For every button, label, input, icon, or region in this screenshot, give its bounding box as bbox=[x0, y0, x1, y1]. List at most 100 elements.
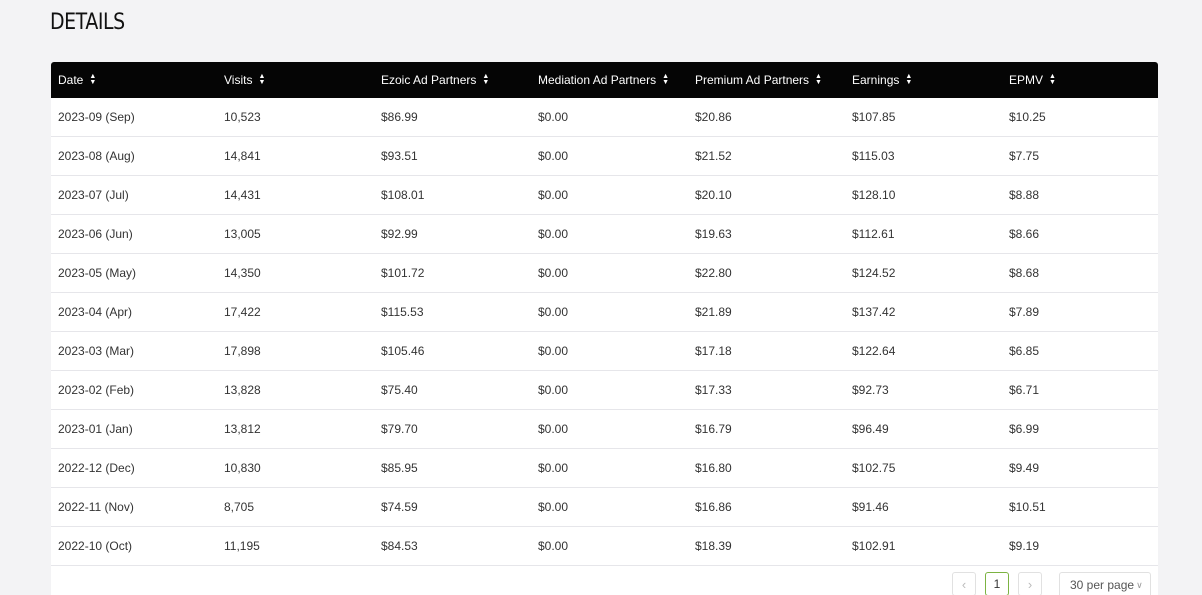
table-row: 2023-05 (May) 14,350 $101.72 $0.00 $22.80 $12… bbox=[51, 254, 1158, 293]
sort-icon[interactable]: ▲ ▼ bbox=[662, 73, 669, 86]
table-body: 2023-09 (Sep) 10,523 $86.99 $0.00 $20.86 $107… bbox=[51, 98, 1158, 566]
cell-premium-ad-partners: $16.86 bbox=[695, 500, 732, 514]
cell-earnings: $96.49 bbox=[852, 422, 889, 436]
table-row: 2022-10 (Oct) 11,195 $84.53 $0.00 $18.39 $102… bbox=[51, 527, 1158, 566]
cell-earnings: $102.75 bbox=[852, 461, 896, 475]
sort-icon[interactable]: ▲ ▼ bbox=[258, 73, 265, 86]
chevron-right-icon[interactable]: › bbox=[1018, 572, 1042, 595]
cell-mediation-ad-partners: $0.00 bbox=[538, 149, 569, 163]
cell-mediation-ad-partners: $0.00 bbox=[538, 461, 569, 475]
cell-visits: 13,005 bbox=[224, 227, 261, 241]
column-header-label: Ezoic Ad Partners bbox=[381, 73, 477, 87]
cell-visits: 13,812 bbox=[224, 422, 261, 436]
column-header-mediation-ad-partners[interactable]: Mediation Ad Partners ▲ ▼ bbox=[531, 73, 688, 87]
cell-visits: 14,350 bbox=[224, 266, 261, 280]
cell-ezoic-ad-partners: $108.01 bbox=[381, 188, 425, 202]
cell-date: 2023-04 (Apr) bbox=[58, 305, 133, 319]
cell-ezoic-ad-partners: $79.70 bbox=[381, 422, 418, 436]
details-table: Date ▲ ▼ Visits ▲ ▼ Ezoic Ad Partners ▲ ▼ M… bbox=[51, 62, 1158, 595]
cell-premium-ad-partners: $16.80 bbox=[695, 461, 732, 475]
table-row: 2023-03 (Mar) 17,898 $105.46 $0.00 $17.18 $12… bbox=[51, 332, 1158, 371]
cell-epmv: $7.75 bbox=[1009, 149, 1040, 163]
table-row: 2022-11 (Nov) 8,705 $74.59 $0.00 $16.86 $91.4… bbox=[51, 488, 1158, 527]
column-header-label: Mediation Ad Partners bbox=[538, 73, 657, 87]
cell-ezoic-ad-partners: $85.95 bbox=[381, 461, 418, 475]
column-header-earnings[interactable]: Earnings ▲ ▼ bbox=[845, 73, 1002, 87]
cell-date: 2023-07 (Jul) bbox=[58, 188, 129, 202]
cell-mediation-ad-partners: $0.00 bbox=[538, 500, 569, 514]
sort-icon[interactable]: ▲ ▼ bbox=[482, 73, 489, 86]
cell-visits: 10,830 bbox=[224, 461, 261, 475]
cell-premium-ad-partners: $16.79 bbox=[695, 422, 732, 436]
cell-mediation-ad-partners: $0.00 bbox=[538, 383, 569, 397]
cell-earnings: $122.64 bbox=[852, 344, 896, 358]
table-row: 2023-08 (Aug) 14,841 $93.51 $0.00 $21.52 $115… bbox=[51, 137, 1158, 176]
cell-epmv: $7.89 bbox=[1009, 305, 1040, 319]
column-header-label: Earnings bbox=[852, 73, 900, 87]
sort-icon[interactable]: ▲ ▼ bbox=[815, 73, 822, 86]
cell-ezoic-ad-partners: $92.99 bbox=[381, 227, 418, 241]
sort-icon[interactable]: ▲ ▼ bbox=[905, 73, 912, 86]
cell-ezoic-ad-partners: $74.59 bbox=[381, 500, 418, 514]
cell-premium-ad-partners: $17.33 bbox=[695, 383, 732, 397]
cell-ezoic-ad-partners: $105.46 bbox=[381, 344, 425, 358]
cell-epmv: $10.51 bbox=[1009, 500, 1046, 514]
cell-mediation-ad-partners: $0.00 bbox=[538, 305, 569, 319]
cell-mediation-ad-partners: $0.00 bbox=[538, 422, 569, 436]
cell-premium-ad-partners: $20.86 bbox=[695, 110, 732, 124]
cell-earnings: $107.85 bbox=[852, 110, 896, 124]
cell-ezoic-ad-partners: $86.99 bbox=[381, 110, 418, 124]
cell-premium-ad-partners: $18.39 bbox=[695, 539, 732, 553]
cell-date: 2023-01 (Jan) bbox=[58, 422, 133, 436]
cell-epmv: $6.99 bbox=[1009, 422, 1040, 436]
cell-earnings: $102.91 bbox=[852, 539, 896, 553]
sort-icon[interactable]: ▲ ▼ bbox=[89, 73, 96, 86]
cell-epmv: $8.66 bbox=[1009, 227, 1040, 241]
cell-epmv: $9.49 bbox=[1009, 461, 1040, 475]
cell-visits: 17,422 bbox=[224, 305, 261, 319]
cell-visits: 17,898 bbox=[224, 344, 261, 358]
cell-epmv: $6.71 bbox=[1009, 383, 1040, 397]
column-header-label: Visits bbox=[224, 73, 253, 87]
column-header-premium-ad-partners[interactable]: Premium Ad Partners ▲ ▼ bbox=[688, 73, 845, 87]
cell-ezoic-ad-partners: $93.51 bbox=[381, 149, 418, 163]
cell-date: 2022-12 (Dec) bbox=[58, 461, 135, 475]
column-header-epmv[interactable]: EPMV ▲ ▼ bbox=[1002, 73, 1158, 87]
per-page-select[interactable]: 30 per page ∨ bbox=[1059, 572, 1151, 595]
section-title: DETAILS bbox=[50, 10, 125, 35]
cell-visits: 11,195 bbox=[224, 539, 260, 553]
cell-mediation-ad-partners: $0.00 bbox=[538, 110, 569, 124]
cell-epmv: $8.68 bbox=[1009, 266, 1040, 280]
cell-premium-ad-partners: $22.80 bbox=[695, 266, 732, 280]
table-row: 2023-04 (Apr) 17,422 $115.53 $0.00 $21.89 $13… bbox=[51, 293, 1158, 332]
cell-date: 2022-11 (Nov) bbox=[58, 500, 134, 514]
cell-ezoic-ad-partners: $75.40 bbox=[381, 383, 418, 397]
cell-ezoic-ad-partners: $84.53 bbox=[381, 539, 418, 553]
table-row: 2022-12 (Dec) 10,830 $85.95 $0.00 $16.80 $102… bbox=[51, 449, 1158, 488]
page-button-current[interactable]: 1 bbox=[985, 572, 1009, 595]
column-header-ezoic-ad-partners[interactable]: Ezoic Ad Partners ▲ ▼ bbox=[374, 73, 531, 87]
column-header-visits[interactable]: Visits ▲ ▼ bbox=[217, 73, 374, 87]
table-row: 2023-07 (Jul) 14,431 $108.01 $0.00 $20.10 $12… bbox=[51, 176, 1158, 215]
cell-earnings: $91.46 bbox=[852, 500, 889, 514]
cell-visits: 8,705 bbox=[224, 500, 255, 514]
pagination: ‹ 1 › 30 per page ∨ bbox=[51, 570, 1158, 595]
cell-epmv: $10.25 bbox=[1009, 110, 1046, 124]
chevron-down-icon: ∨ bbox=[1136, 579, 1143, 590]
cell-ezoic-ad-partners: $115.53 bbox=[381, 305, 424, 319]
cell-date: 2022-10 (Oct) bbox=[58, 539, 133, 553]
cell-mediation-ad-partners: $0.00 bbox=[538, 266, 569, 280]
cell-ezoic-ad-partners: $101.72 bbox=[381, 266, 425, 280]
cell-epmv: $6.85 bbox=[1009, 344, 1040, 358]
chevron-left-icon[interactable]: ‹ bbox=[952, 572, 976, 595]
cell-premium-ad-partners: $21.52 bbox=[695, 149, 732, 163]
cell-date: 2023-06 (Jun) bbox=[58, 227, 133, 241]
cell-epmv: $9.19 bbox=[1009, 539, 1040, 553]
cell-visits: 14,431 bbox=[224, 188, 261, 202]
cell-mediation-ad-partners: $0.00 bbox=[538, 188, 569, 202]
cell-earnings: $112.61 bbox=[852, 227, 895, 241]
sort-icon[interactable]: ▲ ▼ bbox=[1049, 73, 1056, 86]
column-header-date[interactable]: Date ▲ ▼ bbox=[51, 73, 217, 87]
cell-date: 2023-05 (May) bbox=[58, 266, 137, 280]
cell-visits: 13,828 bbox=[224, 383, 261, 397]
